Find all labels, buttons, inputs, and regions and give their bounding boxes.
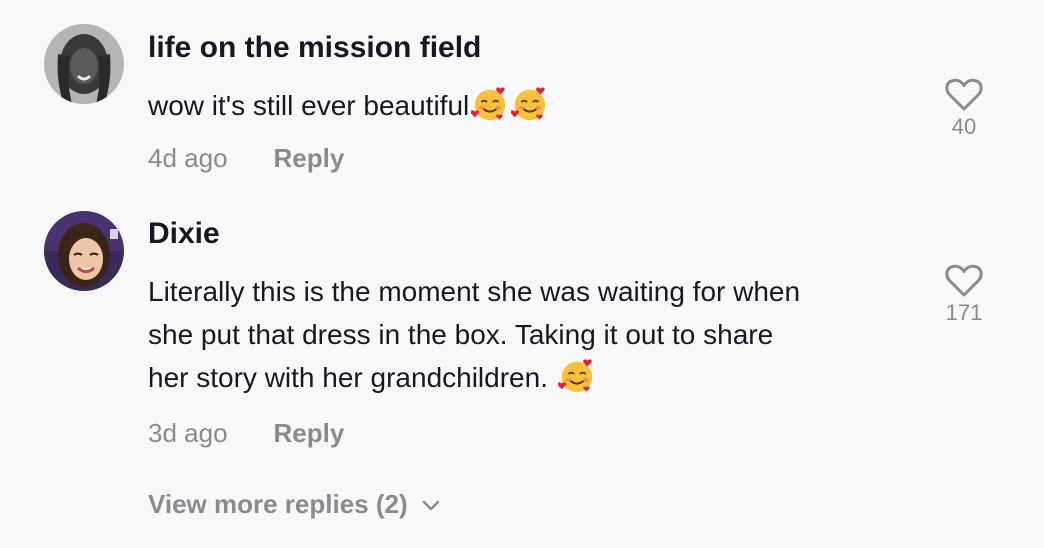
comment-text: Literally this is the moment she was wai… — [148, 270, 908, 399]
view-more-replies-label: View more replies (2) — [148, 489, 408, 519]
comment-text-line: she put that dress in the box. Taking it… — [148, 319, 774, 350]
comment-timestamp: 3d ago — [148, 418, 228, 448]
comment-meta: 3d ago Reply — [148, 418, 344, 449]
reply-button[interactable]: Reply — [274, 418, 345, 448]
user-avatar[interactable] — [44, 24, 124, 104]
smiling-face-with-hearts-emoji — [471, 87, 506, 121]
reply-button[interactable]: Reply — [274, 143, 345, 173]
comment-username[interactable]: Dixie — [148, 217, 220, 251]
heart-icon[interactable] — [945, 78, 983, 112]
like-count: 40 — [951, 114, 977, 139]
user-avatar[interactable] — [44, 211, 124, 291]
comment-text-content: wow it's still ever beautiful — [148, 90, 470, 121]
comment-text: wow it's still ever beautiful — [148, 84, 908, 127]
comment-text-line: her story with her grandchildren. — [148, 356, 908, 399]
comment-timestamp: 4d ago — [148, 143, 228, 173]
comment-meta: 4d ago Reply — [148, 143, 344, 174]
like-button[interactable]: 171 — [941, 264, 987, 326]
like-count: 171 — [945, 300, 983, 325]
smiling-face-with-hearts-emoji — [557, 359, 592, 393]
heart-icon[interactable] — [945, 264, 983, 298]
chevron-down-icon — [422, 500, 439, 511]
like-button[interactable]: 40 — [941, 78, 987, 140]
comment-text-line: Literally this is the moment she was wai… — [148, 276, 801, 307]
smiling-face-with-hearts-emoji — [511, 87, 546, 121]
view-more-replies-button[interactable]: View more replies (2) — [148, 489, 440, 520]
comment-text-line-content: her story with her grandchildren. — [148, 362, 556, 393]
comment-username[interactable]: life on the mission field — [148, 31, 481, 65]
